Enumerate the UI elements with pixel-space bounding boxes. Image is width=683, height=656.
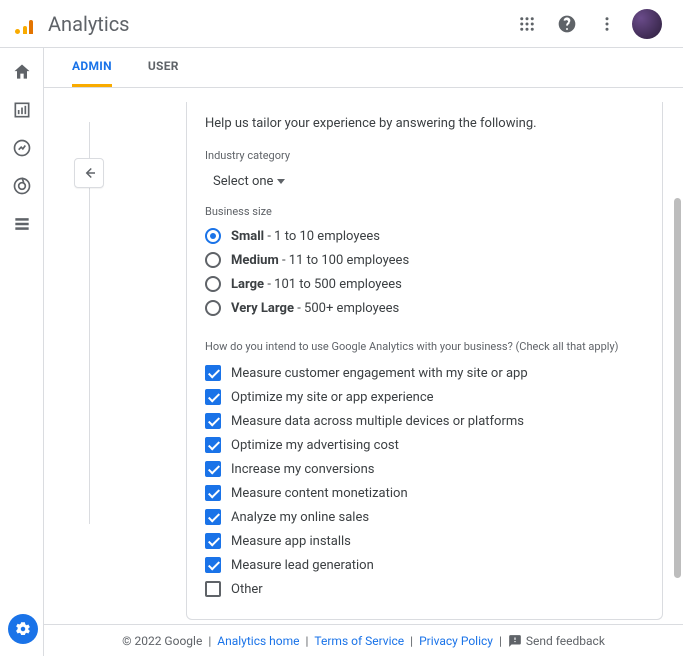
- use-option[interactable]: Measure lead generation: [205, 553, 644, 577]
- use-option-label: Measure app installs: [231, 534, 351, 549]
- reports-icon[interactable]: [10, 98, 34, 122]
- use-option[interactable]: Measure customer engagement with my site…: [205, 361, 644, 385]
- feedback-icon: [508, 634, 522, 648]
- analytics-logo-icon: [16, 14, 36, 34]
- use-options: Measure customer engagement with my site…: [205, 361, 644, 601]
- footer: © 2022 Google | Analytics home | Terms o…: [44, 624, 683, 656]
- copyright: © 2022 Google: [122, 634, 202, 648]
- size-option-label: Large - 101 to 500 employees: [231, 277, 402, 292]
- checkbox-icon: [205, 389, 221, 405]
- analytics-home-link[interactable]: Analytics home: [217, 634, 299, 648]
- checkbox-icon: [205, 509, 221, 525]
- checkbox-icon: [205, 437, 221, 453]
- back-button[interactable]: [74, 158, 104, 188]
- industry-select-value: Select one: [213, 174, 273, 189]
- use-option-label: Measure lead generation: [231, 558, 374, 573]
- chevron-down-icon: [277, 179, 285, 184]
- size-option[interactable]: Small - 1 to 10 employees: [205, 224, 644, 248]
- more-vert-icon[interactable]: [587, 4, 627, 44]
- use-option-label: Measure customer engagement with my site…: [231, 366, 528, 381]
- business-size-label: Business size: [205, 205, 644, 218]
- radio-icon: [205, 252, 221, 268]
- radio-icon: [205, 300, 221, 316]
- content-pane: Help us tailor your experience by answer…: [44, 88, 683, 624]
- help-text: Help us tailor your experience by answer…: [205, 116, 644, 131]
- size-option[interactable]: Very Large - 500+ employees: [205, 296, 644, 320]
- checkbox-icon: [205, 557, 221, 573]
- privacy-link[interactable]: Privacy Policy: [419, 634, 493, 648]
- industry-label: Industry category: [205, 149, 644, 162]
- use-option[interactable]: Other: [205, 577, 644, 601]
- use-option-label: Other: [231, 582, 263, 597]
- use-option-label: Optimize my site or app experience: [231, 390, 434, 405]
- use-option-label: Optimize my advertising cost: [231, 438, 399, 453]
- size-option-label: Very Large - 500+ employees: [231, 301, 399, 316]
- tab-admin[interactable]: ADMIN: [72, 48, 112, 87]
- business-info-card: Help us tailor your experience by answer…: [186, 102, 663, 620]
- tos-link[interactable]: Terms of Service: [314, 634, 404, 648]
- help-icon[interactable]: [547, 4, 587, 44]
- checkbox-icon: [205, 461, 221, 477]
- account-avatar[interactable]: [627, 4, 667, 44]
- checkbox-icon: [205, 581, 221, 597]
- product-name: Analytics: [48, 12, 130, 36]
- advertising-icon[interactable]: [10, 174, 34, 198]
- explore-icon[interactable]: [10, 136, 34, 160]
- size-option[interactable]: Large - 101 to 500 employees: [205, 272, 644, 296]
- left-rail: [0, 48, 44, 656]
- radio-icon: [205, 228, 221, 244]
- intent-question: How do you intend to use Google Analytic…: [205, 340, 644, 353]
- size-option-label: Small - 1 to 10 employees: [231, 229, 380, 244]
- scrollbar[interactable]: [674, 198, 681, 578]
- home-icon[interactable]: [10, 60, 34, 84]
- top-header: Analytics: [0, 0, 683, 48]
- use-option[interactable]: Optimize my site or app experience: [205, 385, 644, 409]
- use-option[interactable]: Optimize my advertising cost: [205, 433, 644, 457]
- size-option-label: Medium - 11 to 100 employees: [231, 253, 409, 268]
- use-option[interactable]: Measure app installs: [205, 529, 644, 553]
- use-option-label: Measure data across multiple devices or …: [231, 414, 524, 429]
- use-option[interactable]: Increase my conversions: [205, 457, 644, 481]
- size-options: Small - 1 to 10 employees Medium - 11 to …: [205, 224, 644, 320]
- checkbox-icon: [205, 413, 221, 429]
- tab-user[interactable]: USER: [148, 48, 179, 87]
- use-option[interactable]: Measure content monetization: [205, 481, 644, 505]
- configure-icon[interactable]: [10, 212, 34, 236]
- use-option-label: Analyze my online sales: [231, 510, 369, 525]
- use-option[interactable]: Measure data across multiple devices or …: [205, 409, 644, 433]
- checkbox-icon: [205, 533, 221, 549]
- admin-gear-button[interactable]: [8, 614, 38, 644]
- use-option[interactable]: Analyze my online sales: [205, 505, 644, 529]
- size-option[interactable]: Medium - 11 to 100 employees: [205, 248, 644, 272]
- send-feedback-link[interactable]: Send feedback: [508, 634, 605, 648]
- use-option-label: Measure content monetization: [231, 486, 408, 501]
- checkbox-icon: [205, 365, 221, 381]
- tab-bar: ADMIN USER: [44, 48, 683, 88]
- radio-icon: [205, 276, 221, 292]
- checkbox-icon: [205, 485, 221, 501]
- industry-select[interactable]: Select one: [205, 168, 644, 205]
- use-option-label: Increase my conversions: [231, 462, 374, 477]
- apps-icon[interactable]: [507, 4, 547, 44]
